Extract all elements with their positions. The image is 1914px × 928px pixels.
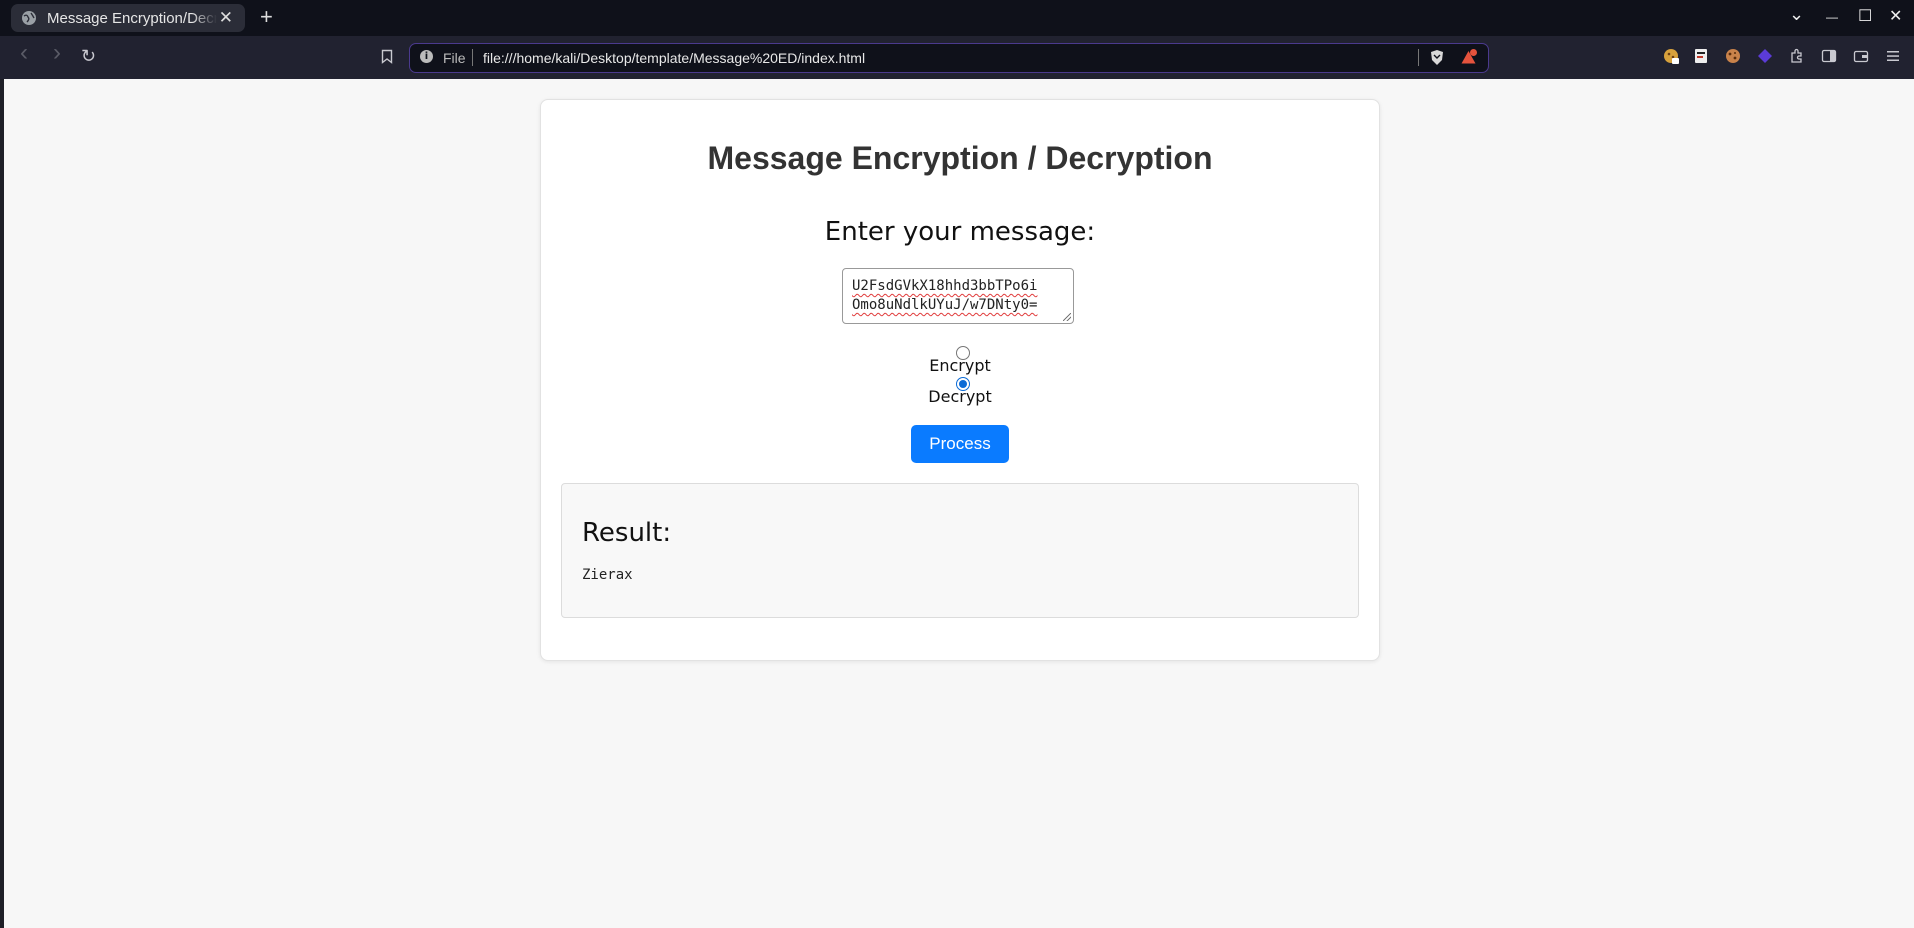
message-label: Enter your message: xyxy=(824,217,1096,247)
result-panel: Result: Zierax xyxy=(561,483,1359,618)
cookie-extension-icon[interactable] xyxy=(1663,48,1679,64)
message-textarea[interactable]: U2FsdGVkX18hhd3bbTPo6i Omo8uNdlkUYuJ/w7D… xyxy=(842,268,1074,324)
wallet-extension-icon[interactable] xyxy=(1757,48,1773,64)
new-tab-button[interactable]: + xyxy=(260,5,273,29)
address-divider xyxy=(472,49,473,66)
process-button[interactable]: Process xyxy=(911,425,1009,463)
window-edge xyxy=(0,79,4,928)
close-tab-icon[interactable]: ✕ xyxy=(219,9,233,27)
reload-icon[interactable]: ↻ xyxy=(81,47,96,65)
tab-list-chevron-icon[interactable]: ⌄ xyxy=(1789,4,1804,25)
page-title: Message Encryption / Decryption xyxy=(707,140,1213,176)
browser-tab-bar: Message Encryption/Decryption ✕ + ⌄ — ☐ … xyxy=(0,0,1914,36)
tab-title: Message Encryption/Decryption xyxy=(47,9,217,27)
message-text-line: Omo8uNdlkUYuJ/w7DNty0= xyxy=(852,297,1038,313)
wallet-icon[interactable] xyxy=(1853,48,1869,64)
address-divider xyxy=(1418,49,1419,66)
forward-icon[interactable]: › xyxy=(53,41,61,65)
puzzle-icon[interactable] xyxy=(1789,48,1805,64)
back-icon[interactable]: ‹ xyxy=(20,41,28,65)
browser-tab[interactable]: Message Encryption/Decryption ✕ xyxy=(11,4,245,32)
maximize-icon[interactable]: ☐ xyxy=(1858,6,1872,26)
encrypt-label: Encrypt xyxy=(929,356,991,375)
globe-icon xyxy=(22,11,36,25)
notes-extension-icon[interactable] xyxy=(1693,48,1709,64)
message-text-line: U2FsdGVkX18hhd3bbTPo6i xyxy=(852,278,1038,294)
menu-icon[interactable] xyxy=(1885,48,1901,64)
brave-shield-icon[interactable] xyxy=(1429,49,1445,66)
sidebar-icon[interactable] xyxy=(1821,48,1837,64)
resize-handle-icon[interactable] xyxy=(1063,313,1071,321)
result-heading: Result: xyxy=(582,518,672,548)
address-scheme: File xyxy=(443,50,466,66)
close-window-icon[interactable]: ✕ xyxy=(1889,6,1902,26)
cookie-icon[interactable] xyxy=(1725,48,1741,64)
address-bar[interactable]: i File file:///home/kali/Desktop/templat… xyxy=(409,43,1489,73)
brave-rewards-icon[interactable] xyxy=(1460,49,1477,65)
result-value: Zierax xyxy=(582,567,633,583)
minimize-icon[interactable]: — xyxy=(1826,10,1838,24)
main-card: Message Encryption / Decryption Enter yo… xyxy=(540,99,1380,661)
site-info-icon[interactable]: i xyxy=(420,50,433,63)
decrypt-label: Decrypt xyxy=(928,387,992,406)
bookmark-icon[interactable] xyxy=(381,49,393,64)
address-url[interactable]: file:///home/kali/Desktop/template/Messa… xyxy=(483,50,865,66)
